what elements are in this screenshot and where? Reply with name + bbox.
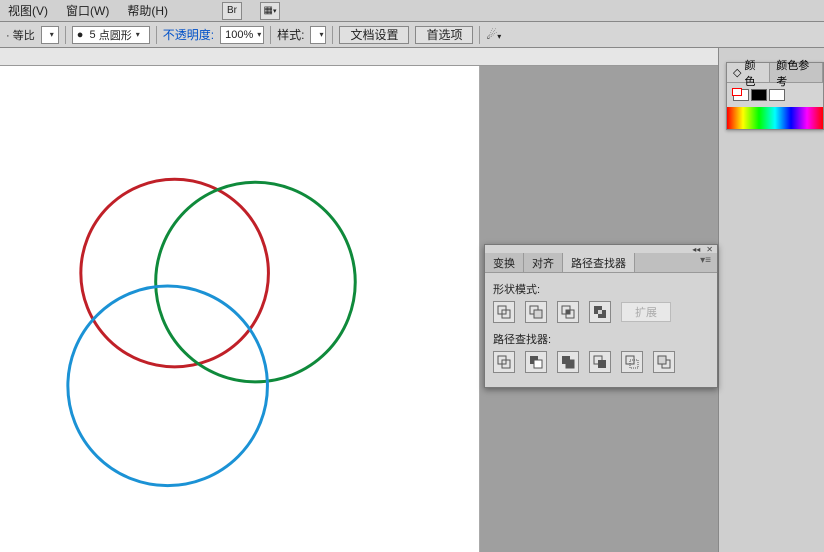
tab-align[interactable]: 对齐 (524, 253, 563, 272)
doc-setup-button[interactable]: 文档设置 (339, 26, 409, 44)
divider (156, 26, 157, 44)
pathfinders-label: 路径查找器: (493, 331, 709, 347)
circle-shape[interactable] (156, 182, 356, 382)
shapemode-minus-front-button[interactable] (525, 301, 547, 323)
menu-view[interactable]: 视图(V) (8, 2, 48, 19)
circle-shape[interactable] (68, 286, 268, 486)
tab-transform[interactable]: 变换 (485, 253, 524, 272)
ruler-horizontal (0, 48, 718, 66)
options-bar: · 等比 ▾ ● 5 点圆形▾ 不透明度: 100%▾ 样式: ▾ 文档设置 首… (0, 22, 824, 48)
shapemode-intersect-button[interactable] (557, 301, 579, 323)
shapemode-unite-button[interactable] (493, 301, 515, 323)
style-label: 样式: (277, 26, 304, 43)
pf-minus-back-button[interactable] (653, 351, 675, 373)
menu-help[interactable]: 帮助(H) (127, 2, 168, 19)
opacity-label[interactable]: 不透明度: (163, 26, 214, 43)
pathfinder-panel: ◂◂ ✕ 变换 对齐 路径查找器 ▾≡ 形状模式: 扩展 路径查找器: (484, 244, 718, 388)
pf-outline-button[interactable] (621, 351, 643, 373)
expand-button: 扩展 (621, 302, 671, 322)
color-panel: ◇ 颜色 颜色参考 (726, 62, 824, 130)
menu-window[interactable]: 窗口(W) (66, 2, 109, 19)
opacity-field[interactable]: 100%▾ (220, 26, 264, 44)
tab-color[interactable]: ◇ 颜色 (727, 63, 770, 82)
artboard[interactable] (0, 66, 480, 552)
divider (479, 26, 480, 44)
tab-pathfinder[interactable]: 路径查找器 (563, 253, 635, 272)
panel-menu-icon[interactable]: ▾≡ (694, 253, 717, 272)
ratio-dropdown[interactable]: ▾ (41, 26, 59, 44)
color-spectrum[interactable] (727, 107, 823, 129)
bridge-button[interactable]: Br (222, 2, 242, 20)
shape-modes-label: 形状模式: (493, 281, 709, 297)
pf-crop-button[interactable] (589, 351, 611, 373)
shapemode-exclude-button[interactable] (589, 301, 611, 323)
tab-color-guide[interactable]: 颜色参考 (770, 63, 823, 82)
style-dropdown[interactable]: ▾ (310, 26, 326, 44)
pf-divide-button[interactable] (493, 351, 515, 373)
isolation-icon[interactable]: ☄▾ (486, 28, 501, 42)
ratio-label: · 等比 (6, 27, 35, 43)
arrange-button[interactable]: ▦▾ (260, 2, 280, 20)
stroke-weight-field[interactable]: ● 5 点圆形▾ (72, 26, 150, 44)
divider (332, 26, 333, 44)
pf-trim-button[interactable] (525, 351, 547, 373)
divider (270, 26, 271, 44)
divider (65, 26, 66, 44)
menu-bar: 视图(V) 窗口(W) 帮助(H) Br ▦▾ (0, 0, 824, 22)
pf-merge-button[interactable] (557, 351, 579, 373)
prefs-button[interactable]: 首选项 (415, 26, 473, 44)
